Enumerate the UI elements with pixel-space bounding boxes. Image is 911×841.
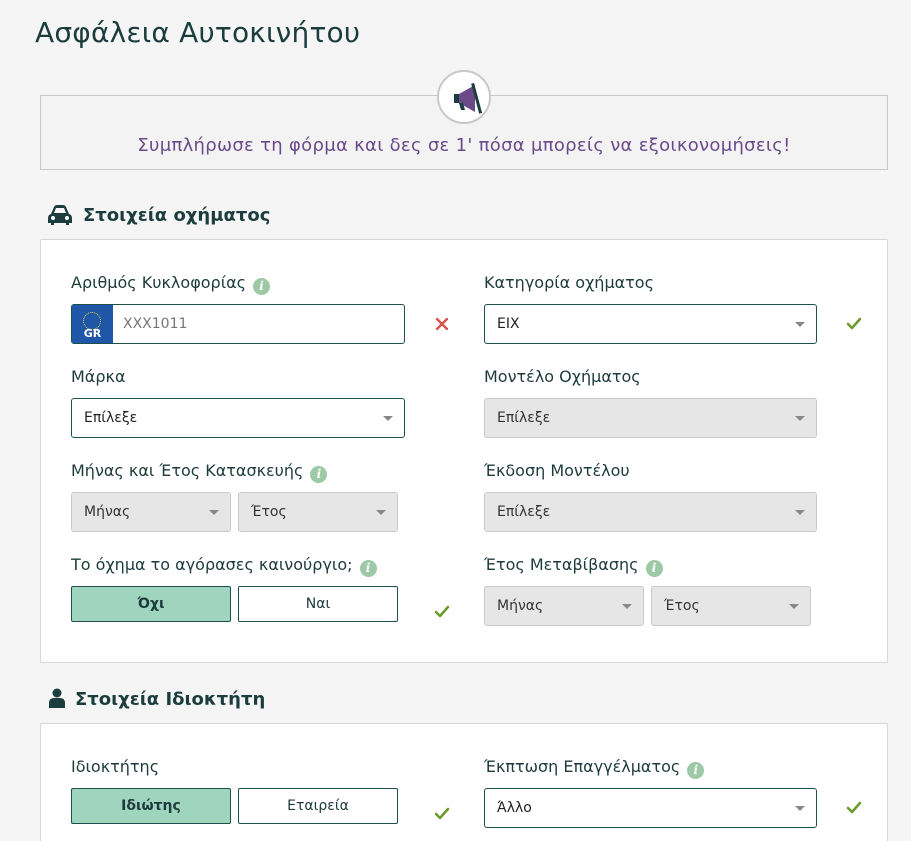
owner-private-button[interactable]: Ιδιώτης	[71, 788, 231, 824]
user-icon	[49, 688, 65, 708]
model-select[interactable]: Επίλεξε	[484, 398, 817, 438]
car-icon	[48, 205, 72, 225]
eu-flag-icon: GR	[72, 305, 113, 343]
manufacture-year-value: Έτος	[251, 504, 287, 520]
manufacture-month-select[interactable]: Μήνας	[71, 492, 231, 532]
chevron-down-icon	[795, 322, 805, 327]
megaphone-icon	[437, 70, 491, 124]
chevron-down-icon	[795, 416, 805, 421]
category-label: Κατηγορία οχήματος	[484, 273, 654, 292]
owner-label: Ιδιοκτήτης	[71, 757, 160, 776]
bought-new-label: Το όχημα το αγόρασες καινούργιο; i	[71, 555, 377, 577]
info-icon[interactable]: i	[645, 560, 663, 577]
invalid-cross-icon	[436, 318, 448, 330]
version-value: Επίλεξε	[497, 504, 551, 520]
make-label: Μάρκα	[71, 367, 126, 386]
check-icon	[846, 317, 862, 330]
make-select[interactable]: Επίλεξε	[71, 398, 405, 438]
chevron-down-icon	[209, 510, 219, 515]
chevron-down-icon	[795, 806, 805, 811]
info-icon[interactable]: i	[687, 762, 705, 779]
check-icon	[846, 801, 862, 814]
info-icon[interactable]: i	[253, 278, 271, 295]
manufacture-year-select[interactable]: Έτος	[238, 492, 398, 532]
transfer-year-value: Έτος	[664, 598, 700, 614]
plate-label: Αριθμός Κυκλοφορίας i	[71, 273, 271, 295]
transfer-month-select[interactable]: Μήνας	[484, 586, 644, 626]
version-select[interactable]: Επίλεξε	[484, 492, 817, 532]
transfer-year-label-text: Έτος Μεταβίβασης	[484, 555, 639, 574]
category-select[interactable]: ΕΙΧ	[484, 304, 817, 344]
vehicle-section-title: Στοιχεία οχήματος	[83, 205, 271, 226]
transfer-month-value: Μήνας	[497, 598, 544, 614]
bought-new-yes-button[interactable]: Ναι	[238, 586, 398, 622]
bought-new-no-button[interactable]: Όχι	[71, 586, 231, 622]
plate-input[interactable]	[113, 305, 404, 343]
manufacture-label-text: Μήνας και Έτος Κατασκευής	[71, 461, 304, 480]
transfer-year-select[interactable]: Έτος	[651, 586, 811, 626]
profession-discount-select[interactable]: Άλλο	[484, 788, 817, 828]
country-code: GR	[83, 327, 102, 340]
chevron-down-icon	[622, 604, 632, 609]
profession-discount-label-text: Έκπτωση Επαγγέλματος	[484, 757, 681, 776]
manufacture-label: Μήνας και Έτος Κατασκευής i	[71, 461, 328, 483]
banner-text: Συμπλήρωσε τη φόρμα και δες σε 1' πόσα μ…	[137, 135, 791, 156]
check-icon	[434, 605, 450, 618]
info-icon[interactable]: i	[359, 560, 377, 577]
category-value: ΕΙΧ	[497, 316, 520, 332]
plate-field[interactable]: GR	[71, 304, 405, 344]
model-label: Μοντέλο Οχήματος	[484, 367, 641, 386]
plate-label-text: Αριθμός Κυκλοφορίας	[71, 273, 247, 292]
check-icon	[434, 807, 450, 820]
make-value: Επίλεξε	[84, 410, 138, 426]
info-icon[interactable]: i	[310, 466, 328, 483]
owner-section-title: Στοιχεία Ιδιοκτήτη	[75, 689, 266, 710]
manufacture-month-value: Μήνας	[84, 504, 131, 520]
model-value: Επίλεξε	[497, 410, 551, 426]
bought-new-label-text: Το όχημα το αγόρασες καινούργιο;	[71, 555, 353, 574]
chevron-down-icon	[383, 416, 393, 421]
owner-company-button[interactable]: Εταιρεία	[238, 788, 398, 824]
version-label: Έκδοση Μοντέλου	[484, 461, 630, 480]
transfer-year-label: Έτος Μεταβίβασης i	[484, 555, 663, 577]
chevron-down-icon	[376, 510, 386, 515]
chevron-down-icon	[789, 604, 799, 609]
chevron-down-icon	[795, 510, 805, 515]
page-title: Ασφάλεια Αυτοκινήτου	[35, 16, 361, 49]
profession-discount-value: Άλλο	[497, 800, 532, 816]
profession-discount-label: Έκπτωση Επαγγέλματος i	[484, 757, 705, 779]
